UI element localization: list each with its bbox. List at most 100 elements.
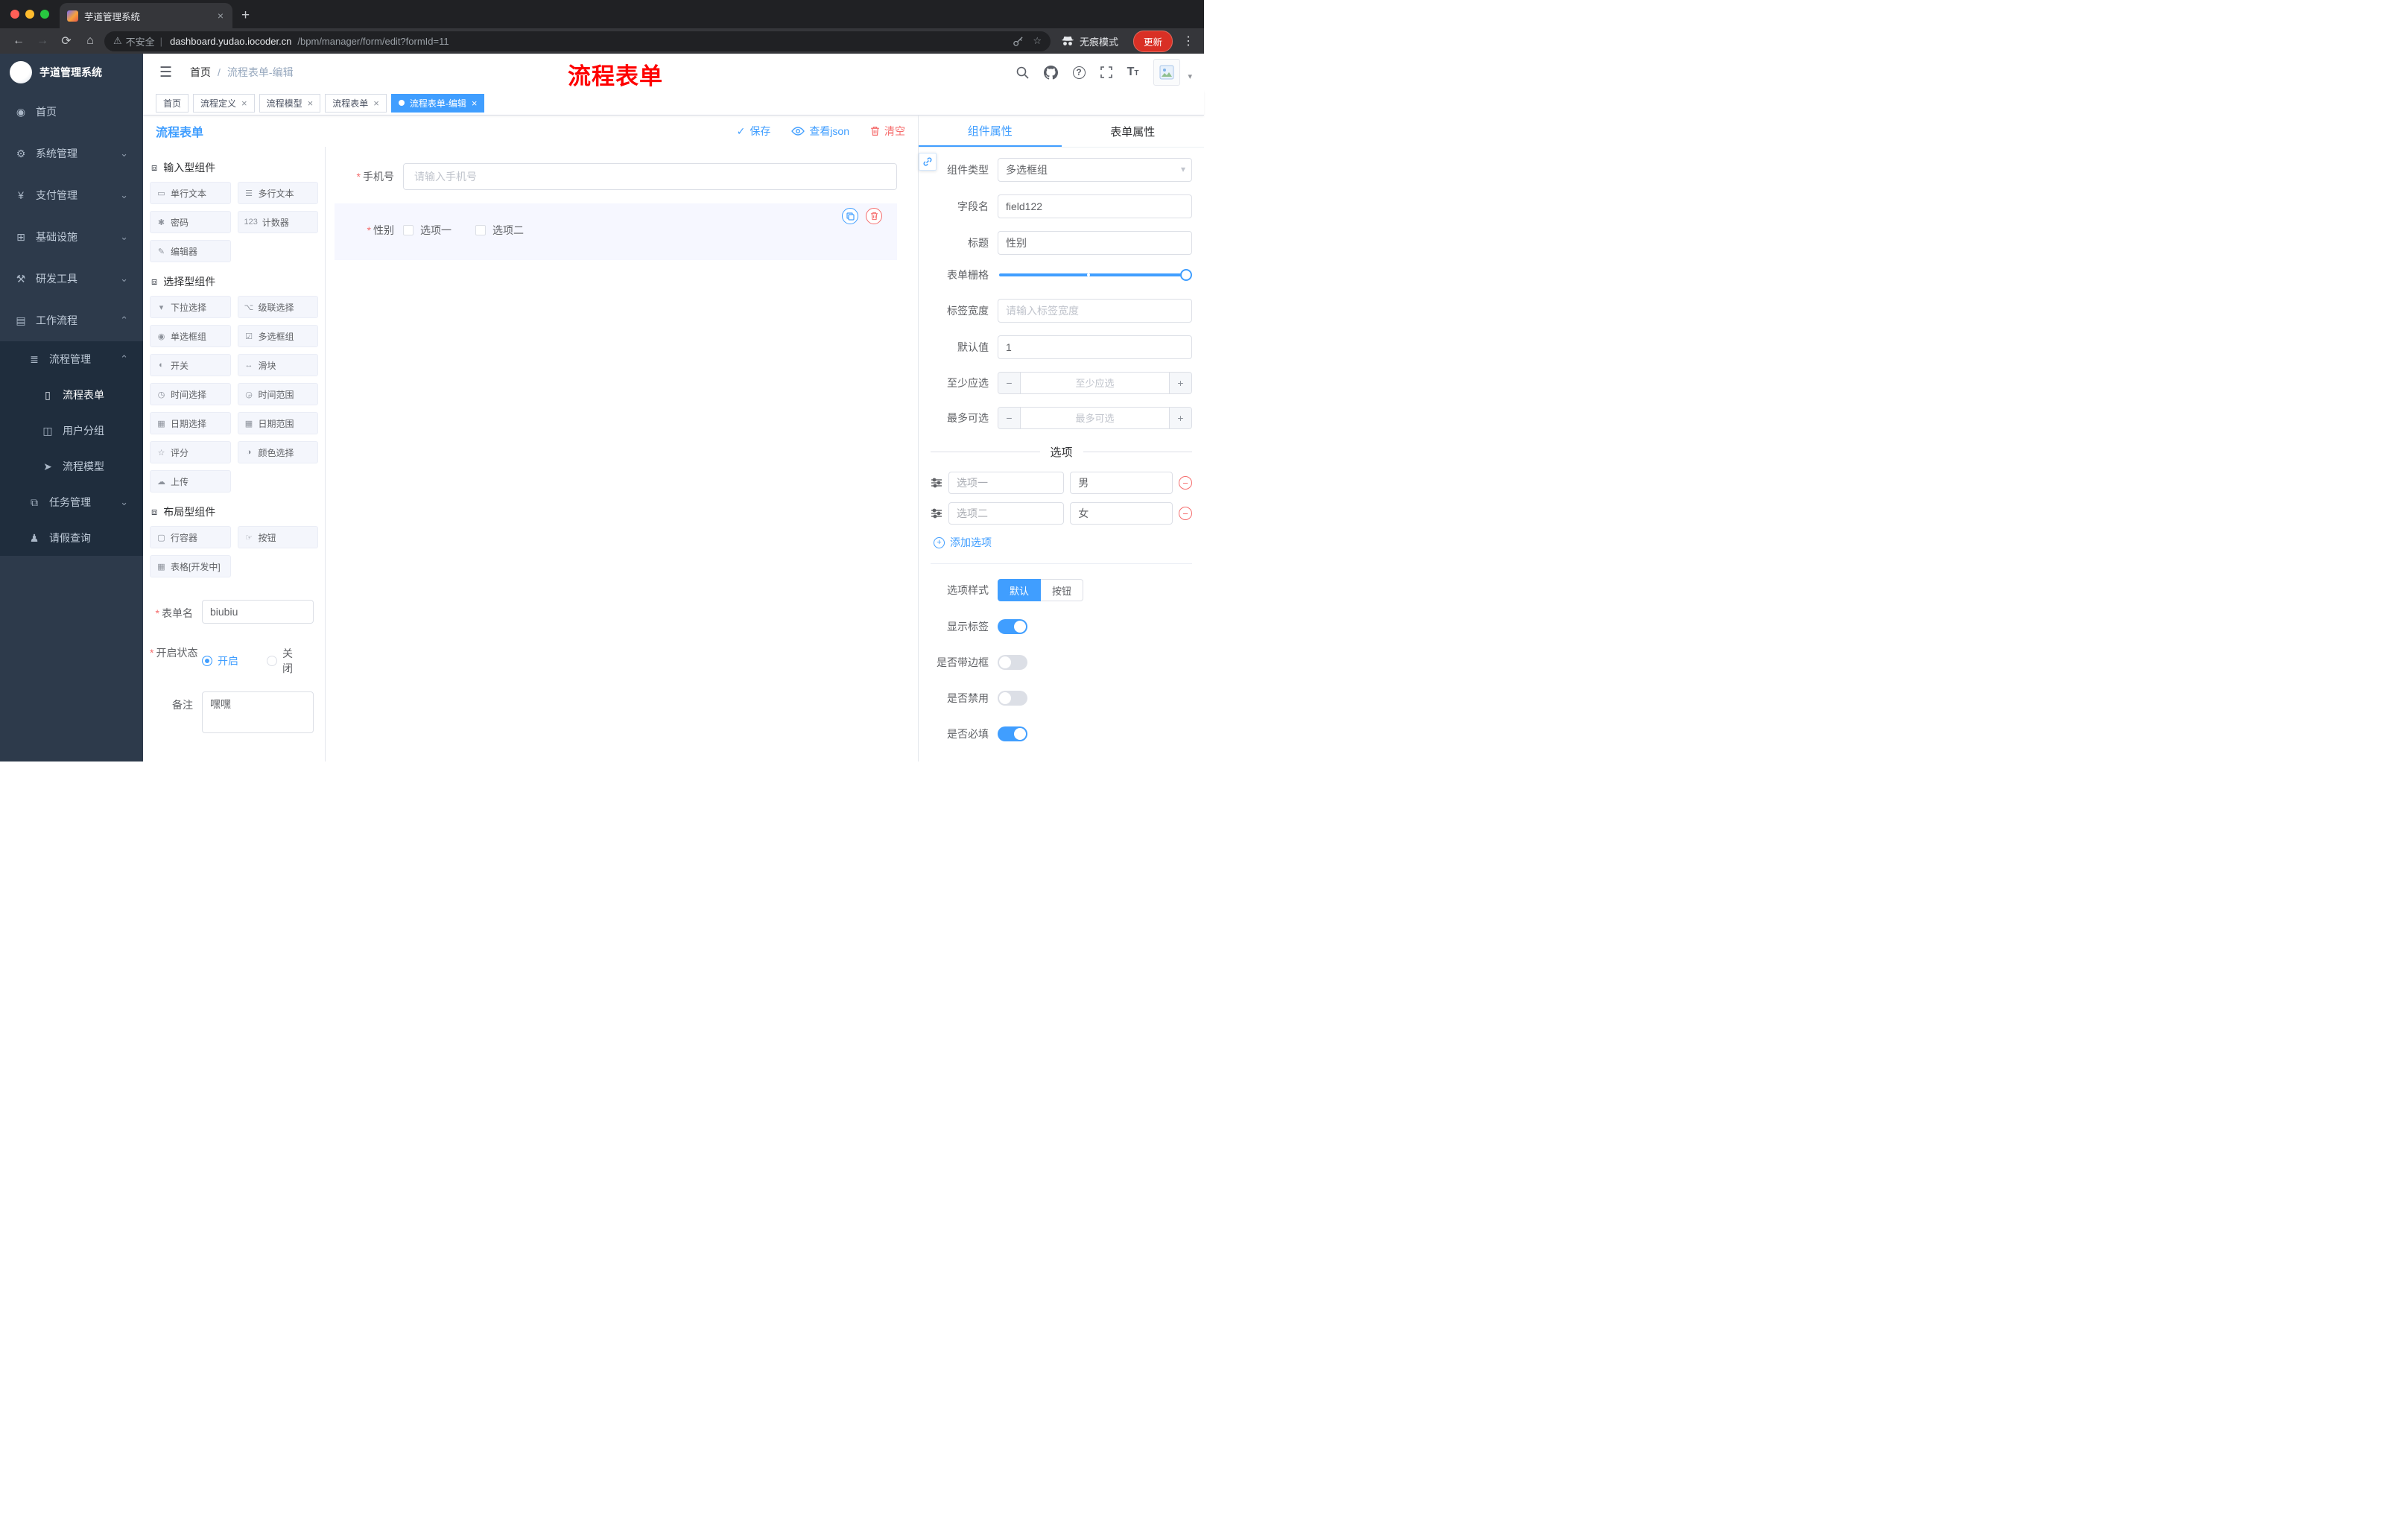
tag-home[interactable]: 首页 bbox=[156, 93, 189, 113]
save-button[interactable]: ✓ 保存 bbox=[737, 124, 771, 139]
remove-option-button[interactable]: − bbox=[1179, 476, 1192, 490]
tag-close-icon[interactable]: × bbox=[472, 98, 478, 109]
field-gender-selected-widget[interactable]: * 性别 选项一 选项二 bbox=[335, 203, 897, 260]
form-remark-textarea[interactable]: 嘿嘿 bbox=[202, 691, 314, 733]
sidebar-item-payment[interactable]: ¥ 支付管理 ⌄ bbox=[0, 174, 143, 216]
sidebar-item-system[interactable]: ⚙ 系统管理 ⌄ bbox=[0, 133, 143, 174]
fullscreen-icon[interactable] bbox=[1100, 66, 1112, 78]
tab-close-icon[interactable]: × bbox=[216, 10, 225, 22]
anchor-link-button[interactable] bbox=[919, 153, 937, 171]
component-chip-password[interactable]: ✱ 密码 bbox=[150, 211, 231, 233]
component-chip-radio-group[interactable]: ◉ 单选框组 bbox=[150, 325, 231, 347]
border-switch[interactable] bbox=[998, 655, 1027, 670]
component-chip-table[interactable]: ▦ 表格[开发中] bbox=[150, 555, 231, 577]
sidebar-item-devtools[interactable]: ⚒ 研发工具 ⌄ bbox=[0, 258, 143, 300]
option-label-input[interactable] bbox=[948, 502, 1065, 525]
home-icon[interactable]: ⌂ bbox=[80, 34, 100, 48]
form-name-input[interactable] bbox=[202, 600, 314, 624]
url-bar[interactable]: ⚠ 不安全 | dashboard.yudao.iocoder.cn/bpm/m… bbox=[104, 31, 1051, 51]
delete-widget-button[interactable] bbox=[866, 208, 882, 224]
component-chip-row-container[interactable]: ▢ 行容器 bbox=[150, 526, 231, 548]
search-icon[interactable] bbox=[1016, 66, 1029, 79]
component-chip-counter[interactable]: 123 计数器 bbox=[237, 211, 318, 233]
font-size-icon[interactable]: TT bbox=[1127, 66, 1139, 79]
security-indicator[interactable]: ⚠ 不安全 | bbox=[113, 34, 164, 48]
sidebar-item-user-group[interactable]: ◫ 用户分组 bbox=[0, 413, 143, 449]
option-value-input[interactable] bbox=[1070, 502, 1173, 525]
clear-button[interactable]: 清空 bbox=[870, 124, 905, 139]
option-label-input[interactable] bbox=[948, 472, 1065, 494]
component-chip-select[interactable]: ▾ 下拉选择 bbox=[150, 296, 231, 318]
sidebar-item-leave-query[interactable]: ♟ 请假查询 bbox=[0, 520, 143, 556]
option-value-input[interactable] bbox=[1070, 472, 1173, 494]
drag-handle-icon[interactable] bbox=[931, 508, 942, 519]
field-name-input[interactable] bbox=[998, 194, 1192, 218]
component-chip-switch[interactable]: ◐ 开关 bbox=[150, 354, 231, 376]
slider-handle[interactable] bbox=[1180, 269, 1192, 281]
component-chip-checkbox-group[interactable]: ☑ 多选框组 bbox=[237, 325, 318, 347]
checkbox-option-1[interactable]: 选项一 bbox=[403, 223, 452, 238]
tag-close-icon[interactable]: × bbox=[373, 98, 379, 109]
tab-form-props[interactable]: 表单属性 bbox=[1062, 115, 1205, 147]
view-json-button[interactable]: 查看json bbox=[791, 124, 849, 139]
reload-icon[interactable]: ⟳ bbox=[57, 34, 76, 48]
component-chip-cascader[interactable]: ⌥ 级联选择 bbox=[237, 296, 318, 318]
checkbox-icon[interactable] bbox=[403, 225, 414, 235]
key-icon[interactable] bbox=[1013, 36, 1024, 47]
default-value-input[interactable] bbox=[998, 335, 1192, 359]
browser-update-button[interactable]: 更新 bbox=[1132, 30, 1173, 52]
remove-option-button[interactable]: − bbox=[1179, 507, 1192, 520]
sidebar-item-task-mgmt[interactable]: ⧉ 任务管理 ⌄ bbox=[0, 484, 143, 520]
github-icon[interactable] bbox=[1043, 65, 1058, 80]
component-chip-slider[interactable]: ↔ 滑块 bbox=[237, 354, 318, 376]
component-chip-upload[interactable]: ☁ 上传 bbox=[150, 470, 231, 493]
help-icon[interactable]: ? bbox=[1072, 66, 1086, 79]
component-chip-date-range[interactable]: ▦ 日期范围 bbox=[237, 412, 318, 434]
title-input[interactable] bbox=[998, 231, 1192, 255]
zoom-window-button[interactable] bbox=[40, 10, 49, 19]
increase-button[interactable]: + bbox=[1169, 373, 1191, 393]
bookmark-star-icon[interactable]: ☆ bbox=[1033, 35, 1042, 47]
component-chip-textarea[interactable]: ☰ 多行文本 bbox=[237, 182, 318, 204]
checkbox-option-2[interactable]: 选项二 bbox=[475, 223, 524, 238]
new-tab-button[interactable]: + bbox=[241, 7, 250, 24]
sidebar-item-infra[interactable]: ⊞ 基础设施 ⌄ bbox=[0, 216, 143, 258]
hamburger-icon[interactable]: ☰ bbox=[155, 64, 177, 81]
decrease-button[interactable]: − bbox=[998, 408, 1021, 428]
sidebar-item-workflow[interactable]: ▤ 工作流程 ⌃ bbox=[0, 300, 143, 341]
tag-process-model[interactable]: 流程模型 × bbox=[259, 93, 321, 113]
back-icon[interactable]: ← bbox=[9, 34, 28, 48]
checkbox-icon[interactable] bbox=[475, 225, 486, 235]
form-canvas[interactable]: * 手机号 请输入手机号 * 性别 选项一 选项二 bbox=[326, 147, 918, 762]
component-type-select[interactable]: ▾ bbox=[998, 158, 1192, 182]
tag-close-icon[interactable]: × bbox=[241, 98, 247, 109]
drag-handle-icon[interactable] bbox=[931, 478, 942, 488]
component-chip-date-picker[interactable]: ▦ 日期选择 bbox=[150, 412, 231, 434]
component-chip-single-text[interactable]: ▭ 单行文本 bbox=[150, 182, 231, 204]
browser-tab[interactable]: 芋道管理系统 × bbox=[60, 3, 232, 28]
tag-close-icon[interactable]: × bbox=[308, 98, 314, 109]
disabled-switch[interactable] bbox=[998, 691, 1027, 706]
decrease-button[interactable]: − bbox=[998, 373, 1021, 393]
sidebar-item-process-model[interactable]: ➤ 流程模型 bbox=[0, 449, 143, 484]
sidebar-item-process-mgmt[interactable]: ≣ 流程管理 ⌃ bbox=[0, 341, 143, 377]
forward-icon[interactable]: → bbox=[33, 34, 52, 48]
max-select-input[interactable] bbox=[1021, 408, 1169, 428]
tag-process-definition[interactable]: 流程定义 × bbox=[193, 93, 255, 113]
show-label-switch[interactable] bbox=[998, 619, 1027, 634]
component-chip-rate[interactable]: ☆ 评分 bbox=[150, 441, 231, 463]
sidebar-item-home[interactable]: ◉ 首页 bbox=[0, 91, 143, 133]
component-chip-editor[interactable]: ✎ 编辑器 bbox=[150, 240, 231, 262]
style-button-button[interactable]: 按钮 bbox=[1041, 579, 1084, 601]
sidebar-item-process-form[interactable]: ▯ 流程表单 bbox=[0, 377, 143, 413]
minimize-window-button[interactable] bbox=[25, 10, 34, 19]
add-option-button[interactable]: + 添加选项 bbox=[934, 535, 1192, 550]
label-width-input[interactable] bbox=[998, 299, 1192, 323]
required-switch[interactable] bbox=[998, 726, 1027, 741]
field-phone[interactable]: * 手机号 bbox=[335, 163, 897, 190]
copy-widget-button[interactable] bbox=[842, 208, 858, 224]
browser-menu-icon[interactable]: ⋮ bbox=[1182, 34, 1195, 48]
tag-process-form[interactable]: 流程表单 × bbox=[325, 93, 387, 113]
breadcrumb-home[interactable]: 首页 bbox=[190, 65, 211, 80]
grid-slider[interactable] bbox=[999, 269, 1192, 281]
